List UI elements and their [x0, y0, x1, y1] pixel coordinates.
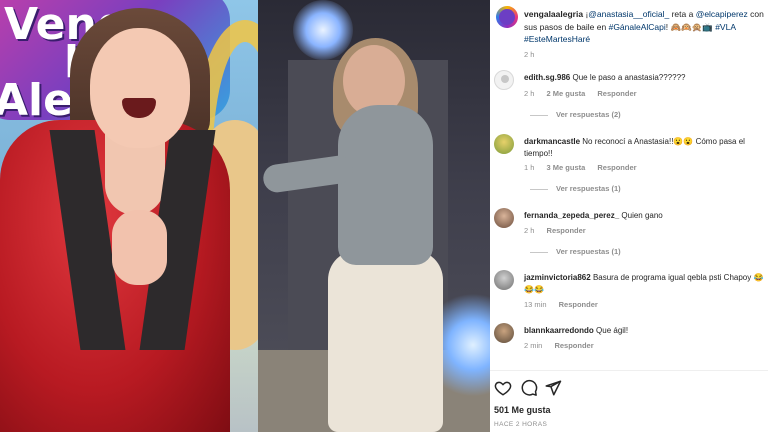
mention-elcapiperez[interactable]: @elcapiperez: [696, 9, 748, 19]
account-username[interactable]: vengalaalegria: [524, 9, 583, 19]
comment-text: Que ágil!: [596, 326, 629, 335]
reply-button[interactable]: Responder: [554, 341, 593, 350]
comments-panel[interactable]: vengalaalegria ¡@anastasia__oficial_ ret…: [490, 0, 768, 432]
heart-icon[interactable]: [494, 379, 512, 397]
thumbs-up-hand: [112, 210, 167, 285]
comment-username[interactable]: fernanda_zepeda_perez_: [524, 211, 619, 220]
comment-username[interactable]: edith.sg.986: [524, 73, 570, 82]
comment-icon[interactable]: [520, 379, 538, 397]
comment-username[interactable]: jazminvictoria862: [524, 273, 591, 282]
view-replies-button[interactable]: Ver respuestas (2): [530, 110, 621, 119]
caption-age: 2 h: [524, 49, 535, 59]
post-media[interactable]: Venga la Alegría: [0, 0, 490, 432]
reply-button[interactable]: Responder: [547, 226, 586, 235]
hashtag-estemarteshare[interactable]: #EsteMartesHaré: [524, 34, 590, 44]
avatar[interactable]: [494, 70, 514, 90]
avatar[interactable]: [494, 270, 514, 290]
post-time-ago: HACE 2 HORAS: [494, 421, 548, 428]
likes-count[interactable]: 501 Me gusta: [494, 405, 551, 415]
share-icon[interactable]: [544, 379, 562, 397]
reply-button[interactable]: Responder: [597, 89, 636, 98]
comment-meta: 2 min Responder: [524, 341, 594, 350]
comment-meta: 2 h Responder: [524, 226, 586, 235]
post-actions-bar: 501 Me gusta HACE 2 HORAS: [490, 370, 768, 432]
dancer-pants: [328, 250, 443, 432]
comment-meta: 1 h 3 Me gusta Responder: [524, 163, 637, 172]
view-replies-button[interactable]: Ver respuestas (1): [530, 184, 621, 193]
avatar[interactable]: [494, 323, 514, 343]
photo-dancing-stage: [258, 0, 490, 432]
spotlight: [293, 0, 353, 60]
comment-meta: 2 h 2 Me gusta Responder: [524, 89, 637, 98]
comment-username[interactable]: blannkaarredondo: [524, 326, 594, 335]
hashtag-vla[interactable]: #VLA: [715, 22, 735, 32]
caption-text: vengalaalegria ¡@anastasia__oficial_ ret…: [524, 8, 768, 61]
comment-username[interactable]: darkmancastle: [524, 137, 580, 146]
face: [90, 28, 190, 148]
comment-meta: 13 min Responder: [524, 300, 598, 309]
comment-text: Quien gano: [621, 211, 663, 220]
comment-text: Que le paso a anastasia??????: [572, 73, 686, 82]
hashtag-ganaleal-capi[interactable]: #GánaleAlCapi: [609, 22, 666, 32]
reply-button[interactable]: Responder: [559, 300, 598, 309]
avatar[interactable]: [494, 134, 514, 154]
dancer-shirt: [338, 105, 433, 265]
comment-likes[interactable]: 3 Me gusta: [547, 163, 586, 172]
reply-button[interactable]: Responder: [597, 163, 636, 172]
account-avatar[interactable]: [496, 6, 518, 28]
mention-anastasia[interactable]: @anastasia__oficial_: [588, 9, 669, 19]
view-replies-button[interactable]: Ver respuestas (1): [530, 247, 621, 256]
comment-likes[interactable]: 2 Me gusta: [547, 89, 586, 98]
photo-host-red-robe: Venga la Alegría: [0, 0, 258, 432]
avatar[interactable]: [494, 208, 514, 228]
